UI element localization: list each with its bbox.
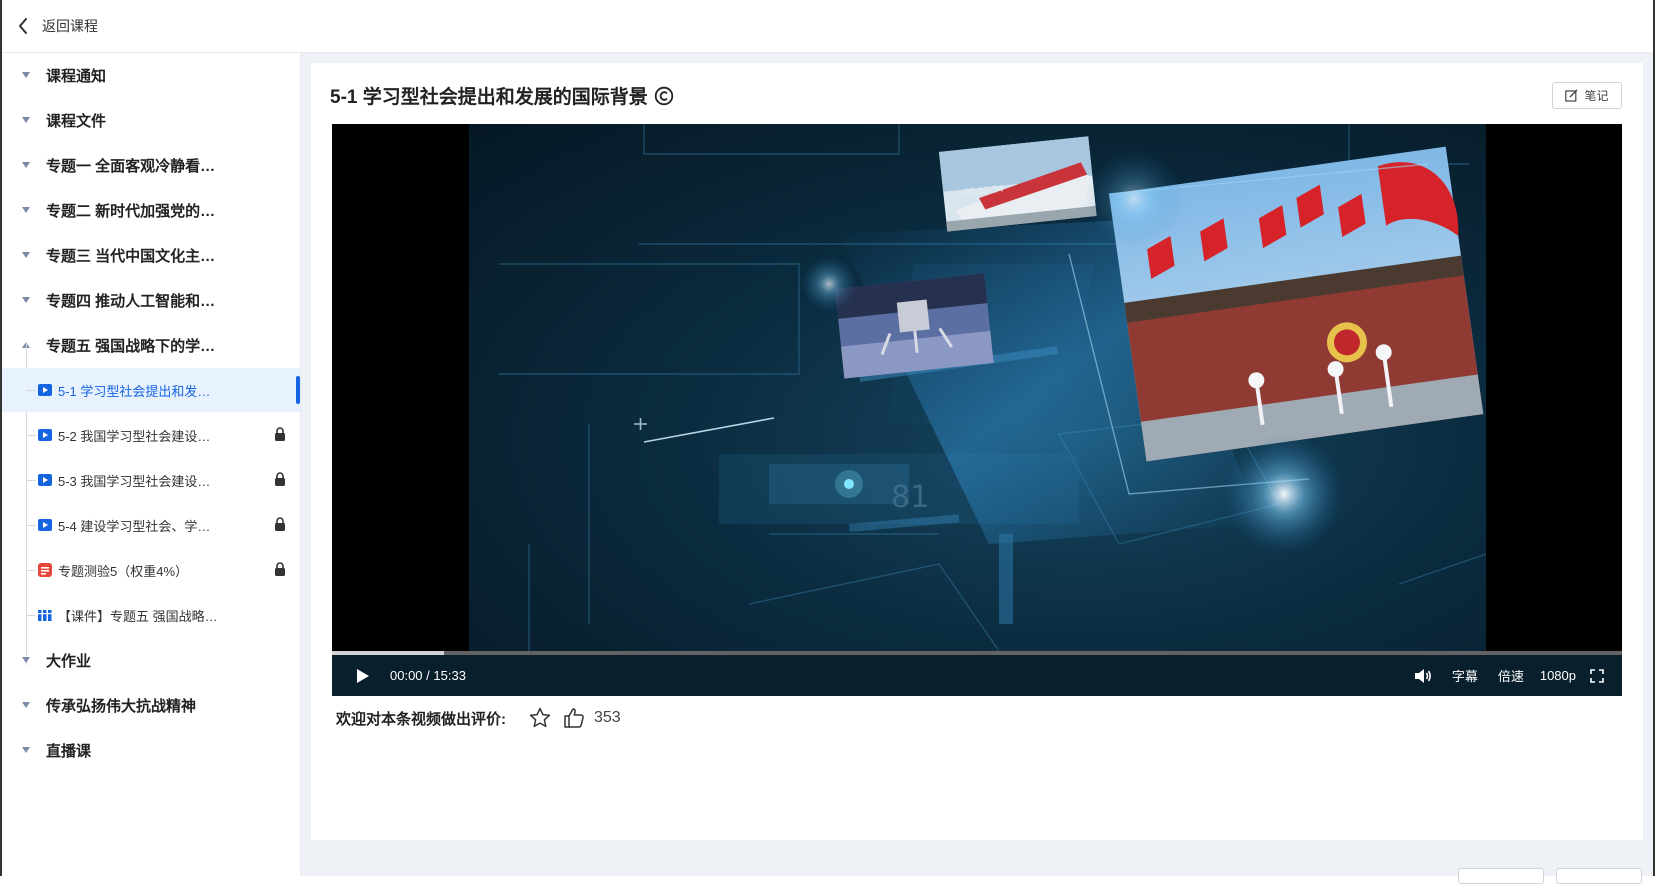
sidebar-section-topic-4[interactable]: 专题四 推动人工智能和… [2, 278, 300, 322]
lesson-item-5-1[interactable]: 5-1 学习型社会提出和发… [2, 368, 300, 412]
video-frame[interactable]: 81 00:13:24 [469, 124, 1486, 651]
duration: 15:33 [433, 668, 466, 683]
subtitle-button[interactable]: 字幕 [1452, 666, 1478, 685]
sidebar-section-war-spirit[interactable]: 传承弘扬伟大抗战精神 [2, 683, 300, 727]
prev-lesson-button[interactable] [1458, 868, 1544, 884]
quiz-label: 专题测验5（权重4%） [58, 564, 189, 579]
caret-down-icon [22, 207, 30, 213]
caret-down-icon [22, 702, 30, 708]
section-label: 大作业 [46, 652, 92, 670]
section-label: 专题二 新时代加强党的… [46, 202, 216, 220]
lesson-label: 5-4 建设学习型社会、学… [58, 519, 211, 534]
lesson-item-5-2[interactable]: 5-2 我国学习型社会建设… [2, 413, 300, 457]
quality-button[interactable]: 1080p [1540, 668, 1576, 683]
video-icon [38, 519, 52, 531]
volume-icon[interactable] [1414, 668, 1432, 684]
courseware-item-5[interactable]: 【课件】专题五 强国战略… [2, 593, 300, 637]
section-label: 课程文件 [46, 112, 107, 130]
lesson-label: 5-1 学习型社会提出和发… [58, 384, 211, 399]
sidebar-section-topic-2[interactable]: 专题二 新时代加强党的… [2, 188, 300, 232]
chevron-left-icon [19, 18, 27, 34]
active-indicator [296, 376, 300, 404]
courseware-icon [38, 610, 52, 621]
lock-icon [275, 517, 285, 531]
section-label: 专题五 强国战略下的学… [46, 337, 216, 355]
lesson-title-text: 5-1 学习型社会提出和发展的国际背景 [330, 87, 648, 108]
tree-branch [26, 615, 36, 616]
quiz-icon [38, 563, 52, 577]
next-lesson-button[interactable] [1556, 868, 1642, 884]
caret-down-icon [22, 657, 30, 663]
copyright-icon [654, 86, 673, 105]
section-label: 专题三 当代中国文化主… [46, 247, 216, 265]
video-controls: 00:00 / 15:33 字幕 倍速 1080p [332, 655, 1622, 696]
caret-down-icon [22, 252, 30, 258]
edit-note-icon [1565, 89, 1578, 102]
sidebar-section-topic-1[interactable]: 专题一 全面客观冷静看… [2, 143, 300, 187]
tree-branch [26, 525, 36, 526]
video-controls-right: 字幕 倍速 1080p [1414, 655, 1604, 696]
section-label: 直播课 [46, 742, 92, 760]
section-label: 专题一 全面客观冷静看… [46, 157, 216, 175]
lock-icon [275, 427, 285, 441]
courseware-label: 【课件】专题五 强国战略… [58, 609, 218, 624]
play-icon[interactable] [356, 668, 370, 684]
fullscreen-icon[interactable] [1590, 668, 1604, 683]
speed-button[interactable]: 倍速 [1498, 666, 1524, 685]
tree-branch [26, 435, 36, 436]
video-icon [38, 384, 52, 396]
tree-branch [26, 480, 36, 481]
caret-down-icon [22, 72, 30, 78]
caret-down-icon [22, 297, 30, 303]
notes-button[interactable]: 笔记 [1552, 82, 1622, 109]
back-to-course-button[interactable]: 返回课程 [18, 16, 98, 36]
sidebar-section-assignment[interactable]: 大作业 [2, 638, 300, 682]
time-display: 00:00 / 15:33 [390, 668, 466, 683]
tree-branch [26, 390, 36, 391]
top-bar: 返回课程 [2, 0, 1653, 53]
lesson-label: 5-3 我国学习型社会建设… [58, 474, 211, 489]
lock-icon [275, 472, 285, 486]
lesson-item-5-4[interactable]: 5-4 建设学习型社会、学… [2, 503, 300, 547]
caret-down-icon [22, 162, 30, 168]
like-count: 353 [594, 709, 621, 726]
lesson-label: 5-2 我国学习型社会建设… [58, 429, 211, 444]
notes-label: 笔记 [1584, 89, 1609, 103]
rating-label: 欢迎对本条视频做出评价: [336, 710, 506, 728]
sidebar-section-files[interactable]: 课程文件 [2, 98, 300, 142]
lock-icon [275, 562, 285, 576]
sidebar-section-topic-3[interactable]: 专题三 当代中国文化主… [2, 233, 300, 277]
video-icon [38, 429, 52, 441]
course-sidebar: 课程通知 课程文件 专题一 全面客观冷静看… 专题二 新时代加强党的… 专题三 … [2, 53, 301, 876]
caret-down-icon [22, 117, 30, 123]
tree-branch [26, 570, 36, 571]
sidebar-section-notices[interactable]: 课程通知 [2, 53, 300, 97]
rating-row: 欢迎对本条视频做出评价: 353 [336, 706, 621, 730]
quiz-item-5[interactable]: 专题测验5（权重4%） [2, 548, 300, 592]
sidebar-section-topic-5[interactable]: 专题五 强国战略下的学… [2, 323, 300, 367]
lesson-title: 5-1 学习型社会提出和发展的国际背景 [330, 82, 674, 109]
frame-number: 81 [891, 480, 929, 515]
section-label: 课程通知 [46, 67, 107, 85]
caret-down-icon [22, 747, 30, 753]
video-scene: 81 00:13:24 [499, 124, 1486, 651]
thumbs-up-icon[interactable] [562, 706, 586, 730]
sidebar-section-live[interactable]: 直播课 [2, 728, 300, 772]
current-time: 00:00 [390, 668, 423, 683]
star-icon[interactable] [528, 706, 552, 730]
back-label: 返回课程 [42, 18, 98, 34]
video-player[interactable]: 81 00:13:24 00:00 / 15:33 字幕 倍速 1080p [332, 124, 1622, 696]
section-label: 传承弘扬伟大抗战精神 [46, 697, 197, 715]
lesson-item-5-3[interactable]: 5-3 我国学习型社会建设… [2, 458, 300, 502]
video-icon [38, 474, 52, 486]
section-label: 专题四 推动人工智能和… [46, 292, 216, 310]
